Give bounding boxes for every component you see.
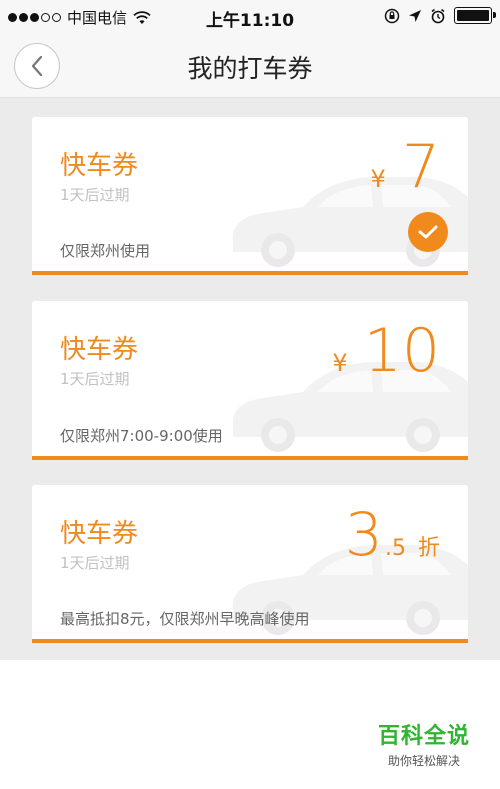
coupon-list: 快车券 1天后过期 仅限郑州使用 ¥ 7 快车券 1天后过期 仅限郑州7:00-… [0, 98, 500, 660]
discount-major: 3 [344, 500, 383, 570]
discount-minor: .5 [384, 536, 406, 561]
currency-symbol: ¥ [332, 349, 348, 377]
coupon-amount: 10 [363, 316, 440, 386]
currency-symbol: ¥ [370, 165, 386, 193]
battery-icon [454, 7, 496, 24]
coupon-amount: 7 [401, 132, 440, 202]
coupon-expiry: 1天后过期 [60, 186, 130, 204]
coupon-expiry: 1天后过期 [60, 554, 130, 572]
rotation-lock-icon [384, 8, 400, 23]
status-bar: 中国电信 上午11:10 [0, 0, 500, 32]
alarm-icon [431, 8, 445, 23]
watermark-sub: 助你轻松解决 [387, 754, 460, 768]
coupon-title: 快车券 [60, 519, 139, 549]
discount-unit: 折 [417, 536, 440, 561]
status-right [384, 7, 496, 24]
coupon-value: ¥ 7 [371, 137, 440, 197]
nav-bar: 我的打车券 [0, 32, 500, 98]
coupon-title: 快车券 [60, 335, 139, 365]
coupon-card[interactable]: 快车券 1天后过期 仅限郑州使用 ¥ 7 [32, 117, 468, 275]
coupon-value: 3 .5 折 [345, 505, 440, 565]
coupon-expiry: 1天后过期 [60, 370, 130, 388]
selected-check-icon[interactable] [408, 212, 448, 252]
coupon-restriction: 最高抵扣8元，仅限郑州早晚高峰使用 [60, 610, 310, 628]
coupon-restriction: 仅限郑州使用 [60, 242, 151, 260]
coupon-title: 快车券 [60, 151, 139, 181]
coupon-value: ¥ 10 [332, 321, 440, 381]
coupon-restriction: 仅限郑州7:00-9:00使用 [60, 427, 223, 445]
watermark-main: 百科全说 [377, 724, 470, 749]
coupon-card[interactable]: 快车券 1天后过期 仅限郑州7:00-9:00使用 ¥ 10 [32, 301, 468, 460]
page-title: 我的打车券 [187, 54, 313, 83]
location-icon [409, 9, 421, 22]
watermark-logo: 百科全说 助你轻松解决 [369, 714, 478, 773]
coupon-card[interactable]: 快车券 1天后过期 最高抵扣8元，仅限郑州早晚高峰使用 3 .5 折 [32, 485, 468, 643]
